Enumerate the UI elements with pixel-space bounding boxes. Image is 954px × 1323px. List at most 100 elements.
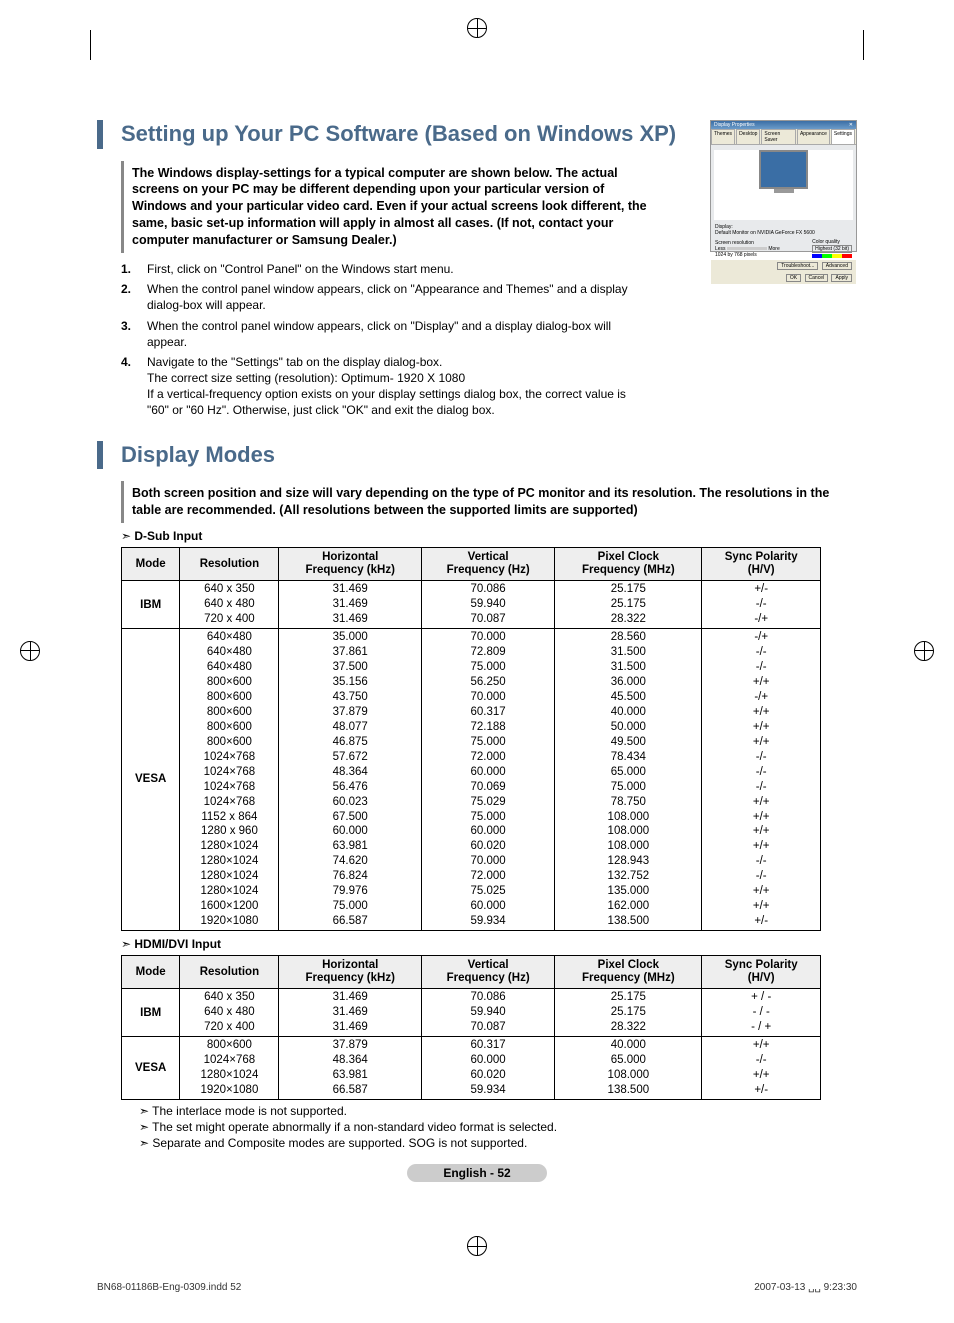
print-footer-left: BN68-01186B-Eng-0309.indd 52 <box>97 1282 241 1293</box>
data-cell: 35.00037.86137.50035.15643.75037.87948.0… <box>279 629 422 931</box>
data-cell: 60.31760.00060.02059.934 <box>421 1037 554 1100</box>
section-title: Display Modes <box>97 441 857 470</box>
crop-mark <box>90 30 91 60</box>
data-cell: 25.17525.17528.322 <box>555 989 702 1037</box>
data-cell: 25.17525.17528.322 <box>555 581 702 629</box>
data-cell: -/+-/--/-+/+-/++/++/++/+-/--/--/-+/++/++… <box>702 629 821 931</box>
notes-list: The interlace mode is not supported. The … <box>121 1104 857 1150</box>
table-header: Vertical Frequency (Hz) <box>421 956 554 989</box>
display-properties-dialog: Display Properties ✕ ThemesDesktopScreen… <box>710 120 857 252</box>
step-text: When the control panel window appears, c… <box>147 318 641 350</box>
color-swatch <box>832 254 842 258</box>
table-header: Vertical Frequency (Hz) <box>421 548 554 581</box>
color-swatch <box>812 254 822 258</box>
ok-button: OK <box>786 274 801 282</box>
step-text: Navigate to the "Settings" tab on the di… <box>147 354 641 419</box>
data-cell: 31.46931.46931.469 <box>279 581 422 629</box>
dialog-tab: Settings <box>831 129 855 144</box>
section-pc-software: Setting up Your PC Software (Based on Wi… <box>97 120 857 419</box>
close-icon: ✕ <box>849 122 853 128</box>
dialog-tab: Themes <box>711 129 735 144</box>
data-cell: +/+-/-+/++/- <box>702 1037 821 1100</box>
dsub-table: ModeResolutionHorizontal Frequency (kHz)… <box>121 547 821 931</box>
step-item: 2.When the control panel window appears,… <box>121 281 641 313</box>
section-lead: Both screen position and size will vary … <box>121 481 840 523</box>
table-header: Mode <box>122 956 180 989</box>
mode-cell: VESA <box>122 629 180 931</box>
data-cell: 70.08659.94070.087 <box>421 989 554 1037</box>
table-row: IBM640 x 350640 x 480720 x 40031.46931.4… <box>122 581 821 629</box>
dialog-title: Display Properties <box>714 122 755 128</box>
mode-cell: IBM <box>122 989 180 1037</box>
color-value: Highest (32 bit) <box>812 245 852 253</box>
table-row: VESA640×480640×480640×480800×600800×6008… <box>122 629 821 931</box>
mode-cell: VESA <box>122 1037 180 1100</box>
more-label: More <box>768 246 779 252</box>
step-number: 2. <box>121 281 147 313</box>
display-value: Default Monitor on NVIDIA GeForce FX 560… <box>715 230 852 236</box>
registration-mark-icon <box>914 641 934 661</box>
section-display-modes: Display Modes Both screen position and s… <box>97 441 857 1150</box>
print-footer: BN68-01186B-Eng-0309.indd 52 2007-03-13 … <box>97 1282 857 1323</box>
data-cell: +/--/--/+ <box>702 581 821 629</box>
table-row: VESA800×6001024×7681280×10241920×108037.… <box>122 1037 821 1100</box>
data-cell: 37.87948.36463.98166.587 <box>279 1037 422 1100</box>
color-swatch <box>842 254 852 258</box>
step-item: 3.When the control panel window appears,… <box>121 318 641 350</box>
note-item: Separate and Composite modes are support… <box>121 1136 857 1150</box>
data-cell: 640×480640×480640×480800×600800×600800×6… <box>180 629 279 931</box>
troubleshoot-button: Troubleshoot... <box>777 262 818 270</box>
section-lead: The Windows display-settings for a typic… <box>121 161 660 253</box>
monitor-icon <box>759 150 808 189</box>
note-item: The set might operate abnormally if a no… <box>121 1120 857 1134</box>
dialog-tab: Desktop <box>736 129 760 144</box>
sub-heading-hdmi: HDMI/DVI Input <box>121 937 857 951</box>
table-header: Horizontal Frequency (kHz) <box>279 956 422 989</box>
crop-mark <box>863 30 864 60</box>
page-footer-pill: English - 52 <box>407 1164 547 1182</box>
registration-mark-icon <box>20 641 40 661</box>
step-number: 4. <box>121 354 147 419</box>
resolution-value: 1024 by 768 pixels <box>715 252 780 258</box>
hdmi-table: ModeResolutionHorizontal Frequency (kHz)… <box>121 955 821 1100</box>
dialog-tab: Screen Saver <box>761 129 796 144</box>
table-header: Sync Polarity (H/V) <box>702 548 821 581</box>
print-footer-right: 2007-03-13 ␣␣ 9:23:30 <box>754 1282 857 1293</box>
sub-heading-dsub: D-Sub Input <box>121 529 857 543</box>
table-header: Pixel Clock Frequency (MHz) <box>555 548 702 581</box>
color-swatch <box>822 254 832 258</box>
table-header: Sync Polarity (H/V) <box>702 956 821 989</box>
data-cell: + / -- / -- / + <box>702 989 821 1037</box>
data-cell: 640 x 350640 x 480720 x 400 <box>180 581 279 629</box>
data-cell: 40.00065.000108.000138.500 <box>555 1037 702 1100</box>
table-header: Mode <box>122 548 180 581</box>
registration-mark-icon <box>467 1236 487 1256</box>
step-item: 1.First, click on "Control Panel" on the… <box>121 261 641 277</box>
less-label: Less <box>715 246 726 252</box>
table-header: Resolution <box>180 956 279 989</box>
data-cell: 28.56031.50031.50036.00045.50040.00050.0… <box>555 629 702 931</box>
resolution-slider <box>727 247 767 250</box>
table-row: IBM640 x 350640 x 480720 x 40031.46931.4… <box>122 989 821 1037</box>
dialog-tab: Appearance <box>797 129 830 144</box>
step-number: 1. <box>121 261 147 277</box>
step-number: 3. <box>121 318 147 350</box>
note-item: The interlace mode is not supported. <box>121 1104 857 1118</box>
step-text: When the control panel window appears, c… <box>147 281 641 313</box>
mode-cell: IBM <box>122 581 180 629</box>
data-cell: 70.08659.94070.087 <box>421 581 554 629</box>
data-cell: 640 x 350640 x 480720 x 400 <box>180 989 279 1037</box>
step-list: 1.First, click on "Control Panel" on the… <box>121 261 641 419</box>
table-header: Horizontal Frequency (kHz) <box>279 548 422 581</box>
page-content: Setting up Your PC Software (Based on Wi… <box>97 0 857 1242</box>
step-item: 4.Navigate to the "Settings" tab on the … <box>121 354 641 419</box>
data-cell: 70.00072.80975.00056.25070.00060.31772.1… <box>421 629 554 931</box>
dialog-tabs: ThemesDesktopScreen SaverAppearanceSetti… <box>711 129 856 145</box>
data-cell: 31.46931.46931.469 <box>279 989 422 1037</box>
step-text: First, click on "Control Panel" on the W… <box>147 261 454 277</box>
table-header: Resolution <box>180 548 279 581</box>
apply-button: Apply <box>831 274 852 282</box>
cancel-button: Cancel <box>805 274 829 282</box>
data-cell: 800×6001024×7681280×10241920×1080 <box>180 1037 279 1100</box>
advanced-button: Advanced <box>822 262 852 270</box>
